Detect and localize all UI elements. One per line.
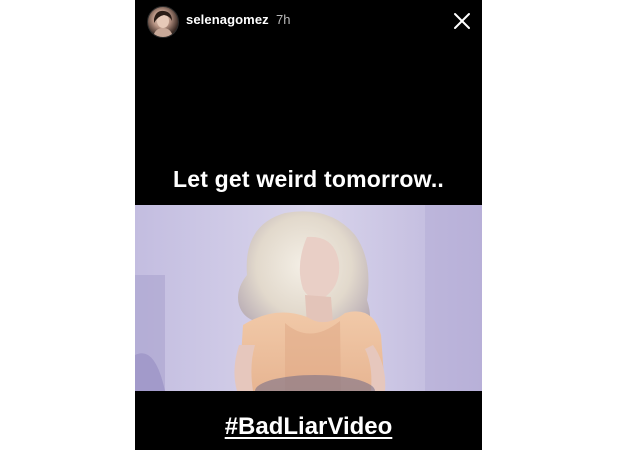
photo-illustration <box>135 205 482 391</box>
username[interactable]: selenagomez <box>186 12 269 27</box>
story-viewer[interactable]: selenagomez 7h Let get weird tomorrow.. <box>135 0 482 450</box>
story-caption-top: Let get weird tomorrow.. <box>172 166 445 192</box>
story-timestamp: 7h <box>276 12 291 27</box>
story-photo <box>135 205 482 391</box>
close-button[interactable] <box>451 10 473 32</box>
avatar-image <box>153 10 173 37</box>
story-header: selenagomez 7h <box>135 0 482 42</box>
close-icon <box>454 13 470 29</box>
avatar[interactable] <box>147 6 179 38</box>
page: selenagomez 7h Let get weird tomorrow.. <box>0 0 620 450</box>
story-hashtag[interactable]: #BadLiarVideo <box>135 413 482 441</box>
